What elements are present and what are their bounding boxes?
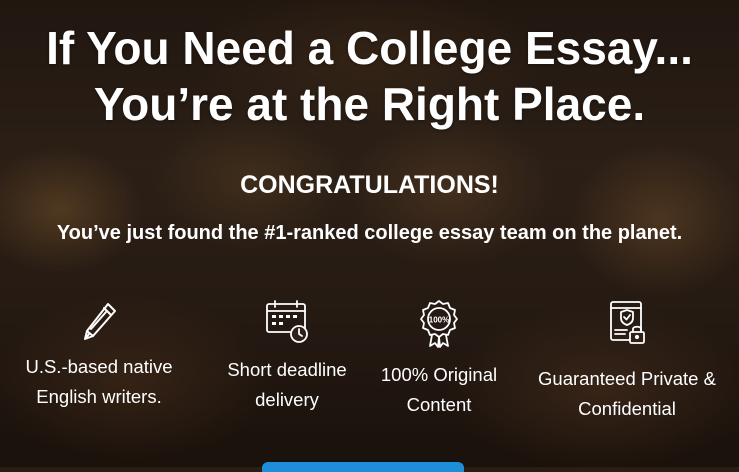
feature-private-confidential: Guaranteed Private & Confidential [520, 298, 734, 424]
feature-label-line1: U.S.-based native [25, 356, 173, 377]
feature-label-line2: Confidential [578, 398, 676, 419]
secure-document-icon [610, 301, 645, 344]
pen-icon [84, 303, 116, 340]
congratulations-heading: CONGRATULATIONS! [240, 171, 499, 199]
feature-original-content: 100% 100% Original Content [364, 298, 514, 420]
feature-label-line1: Guaranteed Private & [538, 368, 716, 389]
hero-section: If You Need a College Essay... You’re at… [0, 0, 739, 472]
ranking-subline: You’ve just found the #1-ranked college … [56, 222, 683, 244]
feature-label-line2: delivery [255, 389, 319, 410]
badge-text: 100% [429, 316, 449, 325]
feature-label-line2: English writers. [36, 386, 162, 407]
cta-button[interactable] [262, 462, 464, 472]
feature-label-line1: 100% Original [380, 364, 498, 385]
headline-line-1: If You Need a College Essay... [46, 22, 693, 74]
headline-line-2: You’re at the Right Place. [93, 78, 646, 130]
feature-label-line1: Short deadline [227, 359, 347, 380]
feature-label-line2: Content [406, 394, 472, 415]
feature-native-writers: U.S.-based native English writers. [4, 298, 194, 412]
calendar-clock-icon [266, 300, 308, 343]
feature-short-deadline: Short deadline delivery [212, 298, 362, 415]
badge-100-icon: 100% [420, 300, 458, 348]
